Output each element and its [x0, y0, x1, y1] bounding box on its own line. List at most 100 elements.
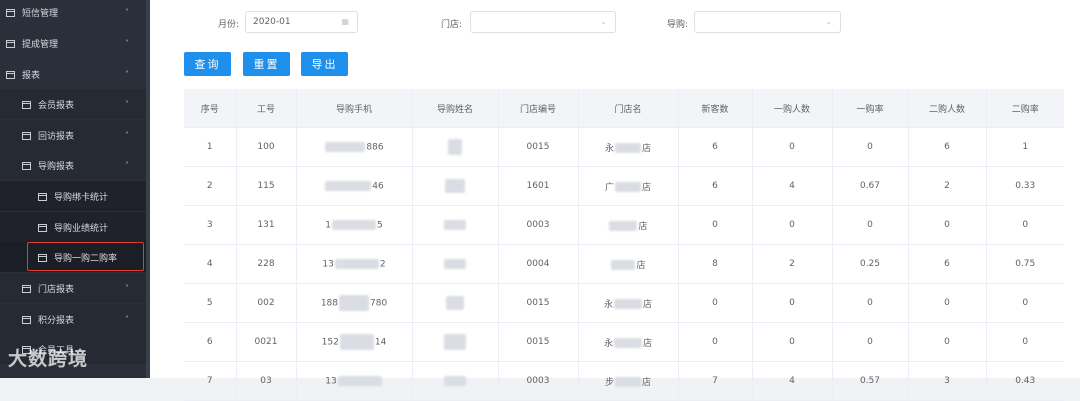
redacted-block: [444, 334, 466, 350]
phone-suffix: 14: [374, 337, 387, 348]
month-value: 2020-01: [253, 17, 291, 27]
export-button[interactable]: 导出: [301, 52, 348, 76]
main-content: 月份: 2020-01 ▦ 门店: ⌄ 导购: ⌄ 查询 重置 导出 序号 工号…: [150, 0, 1080, 401]
redacted-block: [445, 179, 465, 193]
sidebar-item-guide-repurchase-rate[interactable]: 导购一购二购率: [0, 242, 150, 272]
calendar-icon: [22, 100, 31, 109]
table-row[interactable]: 6 0021 152 14 0015 永店 0 0 0 0 0: [184, 322, 1064, 362]
phone-prefix: 188: [320, 298, 338, 309]
column-header: 二购率: [986, 89, 1064, 128]
redacted-block: [337, 375, 382, 386]
cell-no: 1: [184, 127, 237, 167]
phone-suffix: 46: [372, 181, 384, 192]
phone-prefix: 152: [321, 337, 339, 348]
column-header: 导购姓名: [412, 89, 499, 128]
column-header: 新客数: [678, 89, 753, 128]
cell-id: 002: [236, 283, 297, 323]
store-prefix: 永: [603, 299, 613, 310]
table-row[interactable]: 1 100 886 0015 永店 6 0 0 6 1: [184, 127, 1064, 167]
store-suffix: 店: [636, 260, 646, 271]
cell-buy2: 0: [908, 283, 987, 323]
store-suffix: 店: [638, 221, 648, 232]
sidebar-item-guide-report[interactable]: 导购报表 ˄: [0, 150, 150, 180]
phone-suffix: 2: [379, 259, 386, 270]
sidebar-item-guide-card-binding[interactable]: 导购绑卡统计: [0, 181, 150, 211]
sidebar-item-label: 积分报表: [38, 315, 75, 326]
sidebar-item-visit-report[interactable]: 回访报表 ˅: [0, 120, 150, 150]
calendar-icon: [22, 161, 31, 170]
cell-buy2: 6: [908, 127, 987, 167]
chevron-down-icon: ˅: [125, 99, 129, 109]
sidebar-item-store-report[interactable]: 门店报表 ˅: [0, 273, 150, 303]
cell-id: 0021: [236, 322, 297, 362]
sidebar-item-label: 提成管理: [22, 39, 59, 50]
calendar-icon: [6, 39, 15, 48]
month-picker[interactable]: 2020-01 ▦: [245, 11, 358, 33]
redacted-block: [334, 258, 379, 269]
cell-buy2: 0: [908, 322, 987, 362]
calendar-icon: [22, 315, 31, 324]
sidebar-item-label: 会员报表: [38, 100, 75, 111]
cell-id: 131: [236, 205, 297, 245]
calendar-icon: [38, 223, 47, 232]
redacted-block: [614, 299, 642, 309]
table-row[interactable]: 2 115 46 1601 广店 6 4 0.67 2 0.33: [184, 166, 1064, 206]
cell-rate2: 0: [986, 205, 1064, 245]
store-prefix: 永: [603, 338, 613, 349]
sidebar-item-reports[interactable]: 报表 ˄: [0, 59, 150, 89]
cell-buy1: 2: [752, 244, 833, 284]
cell-name: [412, 244, 499, 284]
cell-no: 6: [184, 322, 237, 362]
cell-buy1: 0: [752, 322, 833, 362]
table-row[interactable]: 5 002 188 780 0015 永店 0 0 0 0 0: [184, 283, 1064, 323]
guide-label: 导购:: [667, 20, 689, 30]
sidebar-item-member-report[interactable]: 会员报表 ˅: [0, 89, 150, 119]
sidebar-item-label: 门店报表: [38, 284, 75, 295]
cell-store-no: 1601: [498, 166, 579, 206]
query-button[interactable]: 查询: [184, 52, 231, 76]
store-suffix: 店: [642, 182, 652, 193]
sidebar-item-label: 导购业绩统计: [54, 223, 109, 234]
cell-phone: 188 780: [296, 283, 413, 323]
store-suffix: 店: [642, 143, 652, 154]
sidebar-item-sms[interactable]: 短信管理 ˅: [0, 0, 150, 27]
calendar-icon: ▦: [341, 17, 349, 26]
redacted-block: [444, 375, 466, 386]
chevron-down-icon: ˅: [125, 283, 129, 293]
sidebar-item-commission[interactable]: 提成管理 ˅: [0, 28, 150, 58]
cell-store-name: 步店: [578, 361, 679, 401]
cell-no: 7: [184, 361, 237, 401]
table-row[interactable]: 3 131 15 0003 店 0 0 0 0 0: [184, 205, 1064, 245]
reset-button[interactable]: 重置: [243, 52, 290, 76]
column-header: 二购人数: [908, 89, 987, 128]
redacted-block: [332, 219, 376, 230]
month-label: 月份:: [218, 20, 240, 30]
cell-buy2: 3: [908, 361, 987, 401]
cell-buy2: 2: [908, 166, 987, 206]
sidebar-item-label: 导购一购二购率: [54, 253, 118, 264]
cell-no: 3: [184, 205, 237, 245]
calendar-icon: [6, 70, 15, 79]
redacted-block: [614, 338, 642, 348]
sidebar-item-label: 短信管理: [22, 8, 59, 19]
cell-store-name: 店: [578, 244, 679, 284]
cell-buy1: 0: [752, 127, 833, 167]
table-row[interactable]: 4 228 13 2 0004 店 8 2 0.25 6 0.75: [184, 244, 1064, 284]
cell-store-name: 永店: [578, 127, 679, 167]
cell-id: 115: [236, 166, 297, 206]
sidebar-item-guide-performance[interactable]: 导购业绩统计: [0, 212, 150, 242]
cell-rate1: 0: [832, 283, 909, 323]
column-header: 工号: [236, 89, 297, 128]
cell-store-no: 0015: [498, 283, 579, 323]
redacted-block: [339, 295, 369, 311]
cell-rate1: 0.25: [832, 244, 909, 284]
cell-rate1: 0: [832, 322, 909, 362]
store-select[interactable]: ⌄: [470, 11, 616, 33]
cell-no: 5: [184, 283, 237, 323]
table-row[interactable]: 7 03 13 0003 步店 7 4 0.57 3 0.43: [184, 361, 1064, 401]
guide-select[interactable]: ⌄: [694, 11, 841, 33]
cell-store-no: 0003: [498, 205, 579, 245]
sidebar-item-points-report[interactable]: 积分报表 ˅: [0, 304, 150, 334]
store-suffix: 店: [643, 338, 653, 349]
cell-store-no: 0004: [498, 244, 579, 284]
